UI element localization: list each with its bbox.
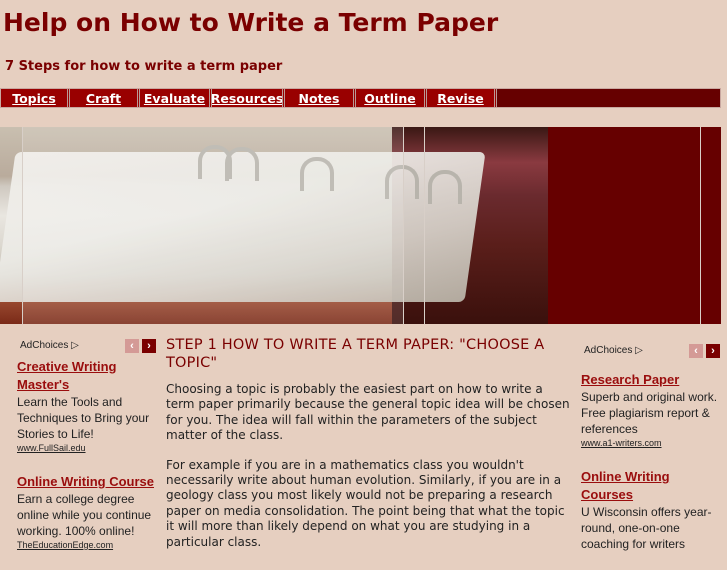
ad-description: Learn the Tools and Techniques to Bring …: [17, 395, 150, 441]
banner-divider: [22, 127, 23, 324]
ad-description: Earn a college degree online while you c…: [17, 492, 152, 538]
adchoices-link[interactable]: AdChoices ▷: [584, 345, 643, 356]
binder-ring-icon: [428, 170, 462, 204]
ad-column-left: AdChoices ▷ ‹ › Creative Writing Master'…: [17, 338, 159, 570]
adchoices-bar: AdChoices ▷ ‹ ›: [581, 343, 721, 361]
ad-url-link[interactable]: www.a1-writers.com: [581, 437, 721, 450]
main-content: STEP 1 HOW TO WRITE A TERM PAPER: "CHOOS…: [166, 336, 571, 550]
adchoices-link[interactable]: AdChoices ▷: [20, 340, 79, 351]
banner-color-block: [548, 127, 721, 324]
ad-url-link[interactable]: www.FullSail.edu: [17, 442, 159, 455]
banner-divider: [403, 127, 404, 324]
ad-item: Research Paper Superb and original work.…: [581, 371, 721, 450]
ad-item: Online Writing Course Earn a college deg…: [17, 473, 159, 552]
nav-resources[interactable]: Resources: [212, 89, 285, 107]
adchoices-icon: ▷: [71, 340, 79, 351]
ad-prev-button[interactable]: ‹: [689, 344, 703, 358]
site-title: Help on How to Write a Term Paper: [3, 8, 499, 37]
ad-next-button[interactable]: ›: [706, 344, 720, 358]
nav-evaluate[interactable]: Evaluate: [140, 89, 212, 107]
paragraph: For example if you are in a mathematics …: [166, 457, 565, 549]
ad-prev-button[interactable]: ‹: [125, 339, 139, 353]
banner-divider: [424, 127, 425, 324]
ad-description: Superb and original work. Free plagiaris…: [581, 390, 718, 436]
ad-title-link[interactable]: Creative Writing Master's: [17, 358, 159, 394]
nav-outline[interactable]: Outline: [356, 89, 427, 107]
ad-title-link[interactable]: Online Writing Course: [17, 473, 159, 491]
nav-topics[interactable]: Topics: [1, 89, 70, 107]
nav-revise[interactable]: Revise: [427, 89, 497, 107]
ad-item: Online Writing Courses U Wisconsin offer…: [581, 468, 721, 552]
ad-url-link[interactable]: TheEducationEdge.com: [17, 539, 159, 552]
section-heading: STEP 1 HOW TO WRITE A TERM PAPER: "CHOOS…: [166, 337, 545, 371]
nav-filler: [497, 89, 720, 107]
ad-next-button[interactable]: ›: [142, 339, 156, 353]
banner-divider: [700, 127, 701, 324]
main-nav: Topics Craft Evaluate Resources Notes Ou…: [0, 88, 721, 108]
site-subtitle: 7 Steps for how to write a term paper: [5, 59, 283, 74]
nav-notes[interactable]: Notes: [285, 89, 356, 107]
adchoices-bar: AdChoices ▷ ‹ ›: [17, 338, 159, 356]
paragraph: Choosing a topic is probably the easiest…: [166, 382, 570, 443]
banner-overlay: [22, 127, 404, 324]
ad-title-link[interactable]: Online Writing Courses: [581, 468, 721, 504]
adchoices-icon: ▷: [635, 345, 643, 356]
banner-image: [0, 127, 721, 324]
ad-title-link[interactable]: Research Paper: [581, 371, 721, 389]
nav-craft[interactable]: Craft: [70, 89, 140, 107]
ad-column-right: AdChoices ▷ ‹ › Research Paper Superb an…: [581, 343, 721, 570]
ad-item: Creative Writing Master's Learn the Tool…: [17, 358, 159, 455]
